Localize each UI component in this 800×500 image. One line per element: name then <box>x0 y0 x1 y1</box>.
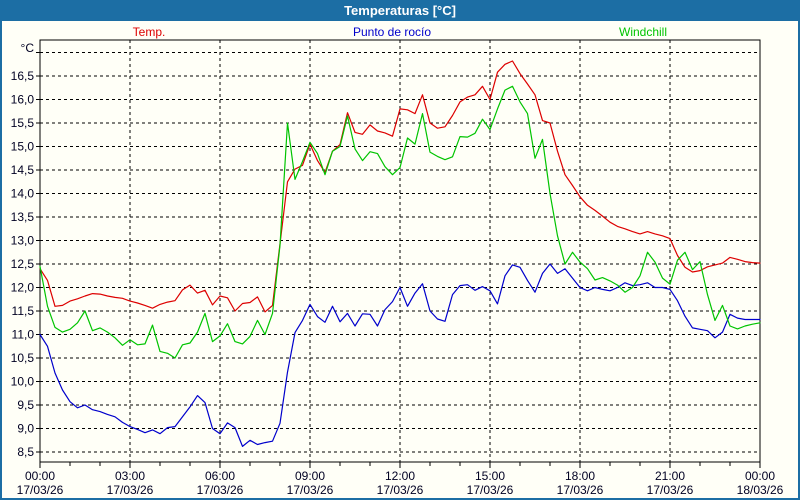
title-bar: Temperaturas [°C] <box>0 0 800 21</box>
window-title: Temperaturas [°C] <box>344 3 456 18</box>
legend-item-dew-point: Punto de rocío <box>353 25 431 39</box>
chart-panel: Temp. Punto de rocío Windchill <box>2 21 798 498</box>
legend-item-temp: Temp. <box>133 25 166 39</box>
legend-item-windchill: Windchill <box>619 25 667 39</box>
app-window: Temp. Punto de rocío Windchill Temperatu… <box>0 0 800 500</box>
